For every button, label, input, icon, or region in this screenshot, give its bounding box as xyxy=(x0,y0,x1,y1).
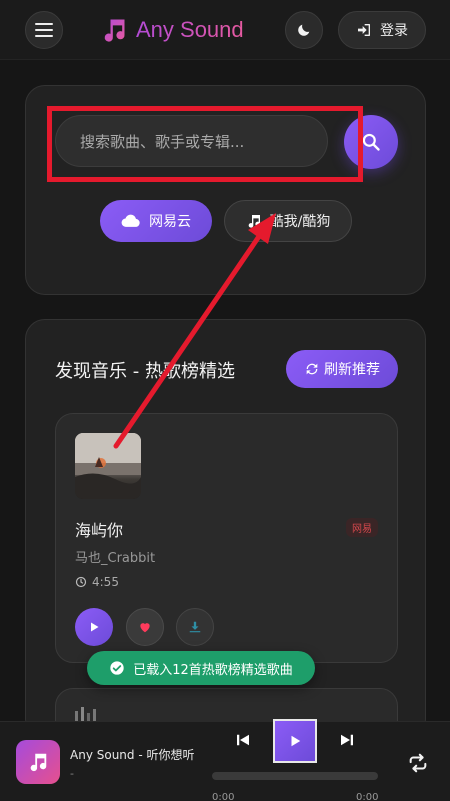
toast-message: 已载入12首热歌榜精选歌曲 xyxy=(133,662,293,678)
song-card[interactable]: 海屿你 网易 马也_Crabbit 4:55 xyxy=(55,413,398,663)
toast-notification: 已载入12首热歌榜精选歌曲 xyxy=(87,651,315,685)
song-artist: 马也_Crabbit xyxy=(75,551,156,566)
prev-icon xyxy=(237,734,249,746)
source-netease-button[interactable]: 网易云 xyxy=(100,200,212,242)
now-playing-cover xyxy=(16,740,60,784)
like-song-button[interactable] xyxy=(126,608,164,646)
app-name: Any Sound xyxy=(136,17,244,42)
mini-player: Any Sound - 听你想听 - 0:00 0:00 xyxy=(0,719,450,801)
menu-icon xyxy=(35,23,53,25)
refresh-label: 刷新推荐 xyxy=(324,362,380,378)
menu-button[interactable] xyxy=(25,11,63,49)
login-button[interactable]: 登录 xyxy=(338,11,426,49)
repeat-icon xyxy=(409,753,427,773)
search-button[interactable] xyxy=(344,115,398,169)
song-title: 海屿你 xyxy=(75,521,124,540)
heart-icon xyxy=(140,623,150,633)
cloud-icon xyxy=(121,214,140,227)
moon-icon xyxy=(298,24,310,36)
source-label: 网易云 xyxy=(149,214,191,230)
refresh-button[interactable]: 刷新推荐 xyxy=(286,350,398,388)
music-note-icon xyxy=(248,215,260,228)
next-button[interactable] xyxy=(338,731,356,749)
album-cover xyxy=(75,433,141,499)
check-circle-icon xyxy=(110,661,124,675)
search-panel: 搜索歌曲、歌手或专辑... 网易云 酷我/酷狗 xyxy=(25,85,426,295)
search-input[interactable]: 搜索歌曲、歌手或专辑... xyxy=(55,115,328,167)
search-icon xyxy=(362,133,380,151)
next-icon xyxy=(341,734,353,746)
song-duration: 4:55 xyxy=(75,575,119,589)
top-bar: Any Sound 登录 xyxy=(0,0,450,60)
progress-bar[interactable] xyxy=(212,772,378,780)
source-label: 酷我/酷狗 xyxy=(269,214,331,230)
theme-toggle-button[interactable] xyxy=(285,11,323,49)
play-icon xyxy=(91,622,99,632)
source-badge: 网易 xyxy=(346,518,378,537)
play-pause-button[interactable] xyxy=(273,719,317,763)
previous-button[interactable] xyxy=(234,731,252,749)
cover-art xyxy=(75,433,141,499)
repeat-button[interactable] xyxy=(407,752,429,774)
current-time: 0:00 xyxy=(212,792,235,801)
now-playing-title: Any Sound - 听你想听 xyxy=(70,748,195,762)
music-note-icon xyxy=(104,19,125,42)
login-icon xyxy=(358,24,370,36)
music-note-icon xyxy=(30,753,47,772)
login-label: 登录 xyxy=(380,23,408,39)
section-title: 发现音乐 - 热歌榜精选 xyxy=(55,361,235,382)
clock-icon xyxy=(75,576,87,588)
download-icon xyxy=(189,621,201,633)
duration-label: 4:55 xyxy=(92,575,119,589)
total-time: 0:00 xyxy=(356,792,379,801)
refresh-icon xyxy=(306,363,318,375)
play-icon xyxy=(291,735,301,747)
app-logo[interactable]: Any Sound xyxy=(100,14,244,46)
search-placeholder: 搜索歌曲、歌手或专辑... xyxy=(80,132,245,151)
source-kuwo-button[interactable]: 酷我/酷狗 xyxy=(224,200,352,242)
play-song-button[interactable] xyxy=(75,608,113,646)
now-playing-artist: - xyxy=(70,767,74,780)
download-song-button[interactable] xyxy=(176,608,214,646)
